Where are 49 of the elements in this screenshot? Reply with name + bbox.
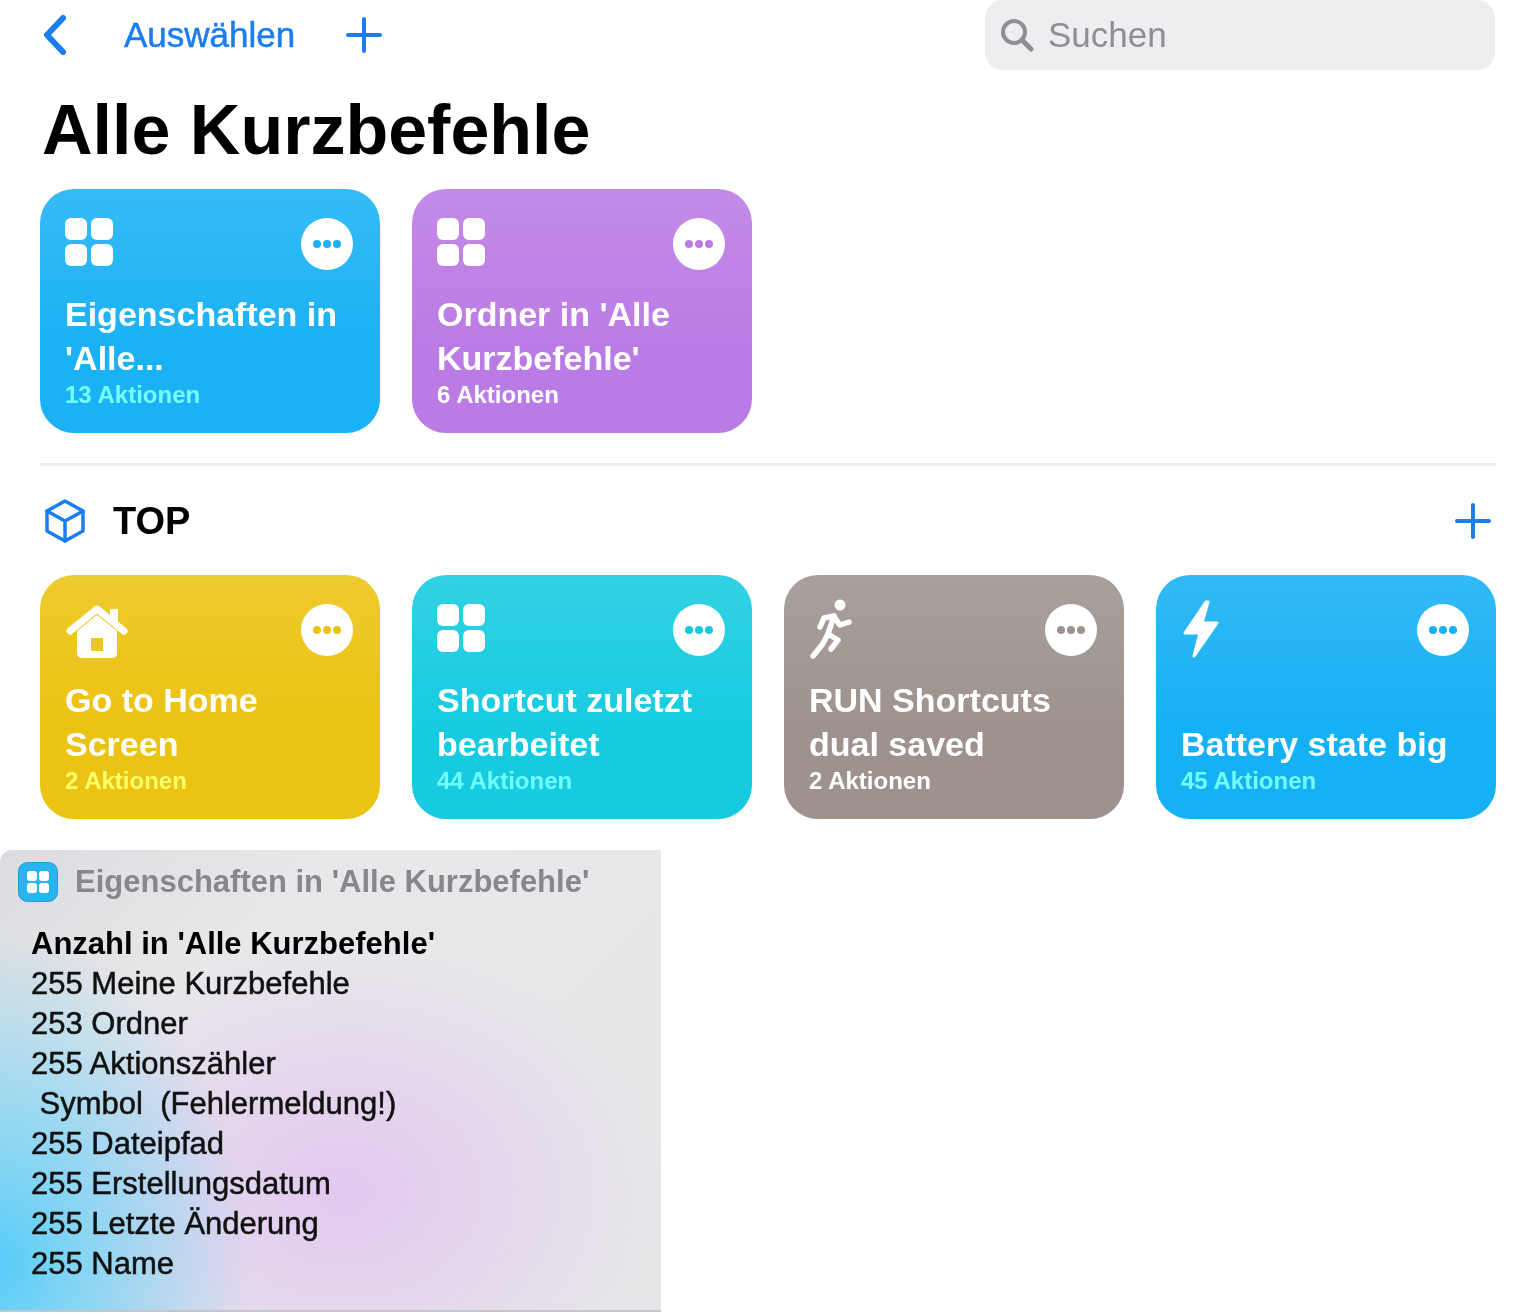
grid-icon	[437, 604, 485, 652]
search-field[interactable]: Suchen	[985, 0, 1495, 70]
more-icon[interactable]	[673, 218, 725, 270]
result-title: Eigenschaften in 'Alle Kurzbefehle'	[75, 863, 590, 901]
more-icon[interactable]	[301, 218, 353, 270]
house-icon	[65, 604, 129, 658]
shortcut-card[interactable]: Eigenschaften in 'Alle... 13 Aktionen	[40, 189, 380, 433]
action-count: 45 Aktionen	[1181, 766, 1317, 796]
shortcut-title: RUN Shortcuts dual saved	[809, 680, 1052, 765]
cube-icon	[44, 499, 86, 543]
action-count: 2 Aktionen	[809, 766, 931, 796]
result-line: 255 Letzte Änderung	[31, 1205, 319, 1243]
shortcut-card[interactable]: Battery state big 45 Aktionen	[1156, 575, 1496, 819]
page-title: Alle Kurzbefehle	[42, 90, 591, 170]
back-icon[interactable]	[42, 14, 68, 56]
result-line: Symbol (Fehlermeldung!)	[38, 1085, 397, 1123]
grid-icon	[437, 218, 485, 266]
search-icon	[1000, 18, 1034, 52]
shortcut-card[interactable]: Go to Home Screen 2 Aktionen	[40, 575, 380, 819]
shortcut-title: Ordner in 'Alle Kurzbefehle'	[437, 294, 671, 379]
shortcut-card[interactable]: Ordner in 'Alle Kurzbefehle' 6 Aktionen	[412, 189, 752, 433]
result-line: 253 Ordner	[31, 1005, 188, 1043]
result-line: 255 Aktionszähler	[31, 1045, 276, 1083]
shortcut-title: Eigenschaften in 'Alle...	[65, 294, 339, 379]
action-count: 44 Aktionen	[437, 766, 573, 796]
section-title: TOP	[113, 499, 191, 543]
shortcut-card[interactable]: Shortcut zuletzt bearbeitet 44 Aktionen	[412, 575, 752, 819]
shortcut-title: Battery state big	[1181, 724, 1448, 765]
more-icon[interactable]	[301, 604, 353, 656]
shortcut-title: Shortcut zuletzt bearbeitet	[437, 680, 693, 765]
add-icon[interactable]	[345, 16, 384, 54]
more-icon[interactable]	[673, 604, 725, 656]
action-count: 13 Aktionen	[65, 380, 201, 410]
shortcut-title: Go to Home Screen	[65, 680, 259, 765]
result-heading: Anzahl in 'Alle Kurzbefehle'	[31, 925, 435, 963]
result-line: 255 Name	[31, 1245, 175, 1283]
app-icon	[18, 862, 58, 902]
select-button[interactable]: Auswählen	[124, 13, 296, 57]
add-icon[interactable]	[1454, 502, 1492, 540]
grid-icon	[65, 218, 113, 266]
more-icon[interactable]	[1045, 604, 1097, 656]
result-line: 255 Meine Kurzbefehle	[31, 965, 350, 1003]
action-count: 6 Aktionen	[437, 380, 559, 410]
result-line: 255 Erstellungsdatum	[31, 1165, 331, 1203]
shortcut-card[interactable]: RUN Shortcuts dual saved 2 Aktionen	[784, 575, 1124, 819]
result-line: 255 Dateipfad	[31, 1125, 225, 1163]
more-icon[interactable]	[1417, 604, 1469, 656]
action-count: 2 Aktionen	[65, 766, 187, 796]
lightning-bolt-icon	[1181, 599, 1221, 659]
